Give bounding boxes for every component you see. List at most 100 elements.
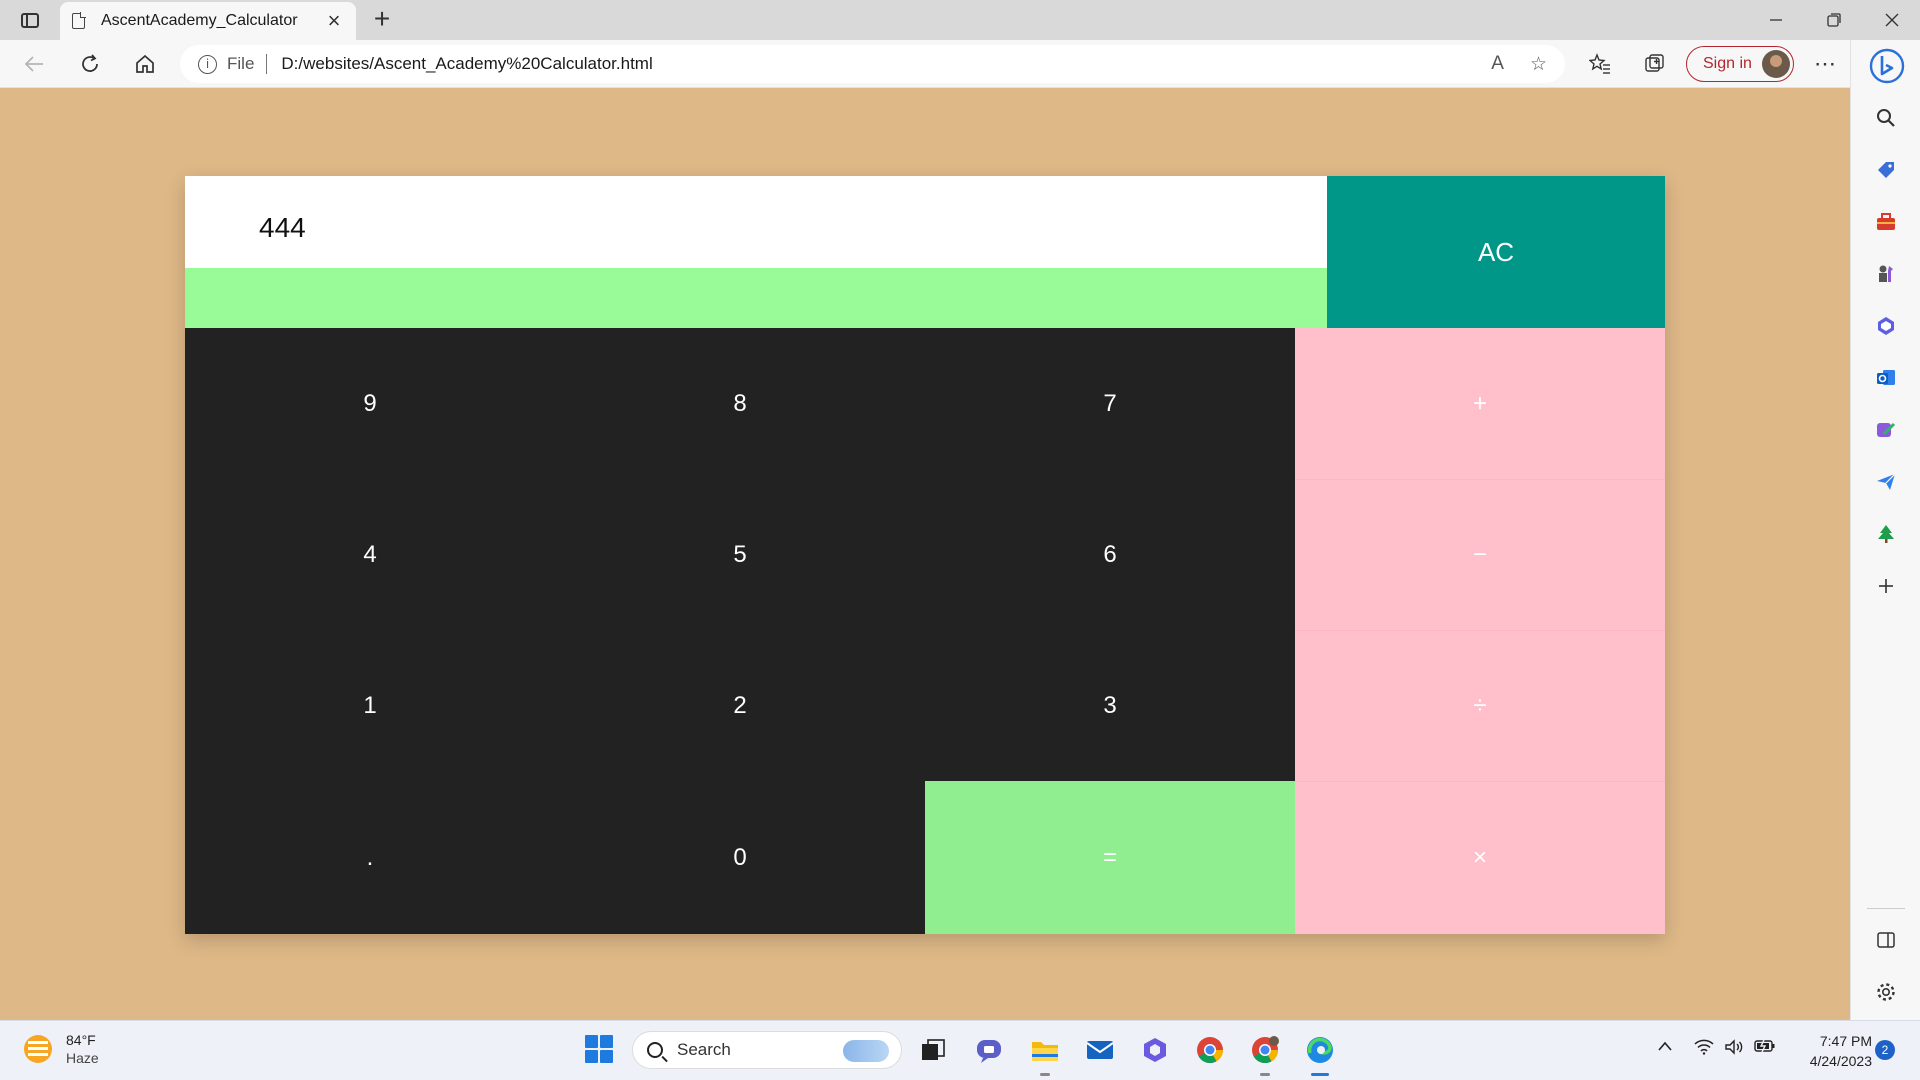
- tools-briefcase-icon[interactable]: [1874, 210, 1898, 234]
- calculator-display: 444: [185, 176, 1327, 268]
- volume-button[interactable]: [1724, 1039, 1744, 1060]
- digit-8-button[interactable]: 8: [555, 328, 925, 479]
- digit-4-button[interactable]: 4: [185, 479, 555, 630]
- digit-1-button[interactable]: 1: [185, 630, 555, 781]
- clear-button[interactable]: AC: [1327, 176, 1665, 328]
- browser-toolbar: i File D:/websites/Ascent_Academy%20Calc…: [0, 40, 1920, 88]
- browser-tab-strip: AscentAcademy_Calculator × +: [0, 0, 1920, 40]
- sign-in-label: Sign in: [1703, 55, 1752, 72]
- minimize-icon: [1770, 19, 1782, 21]
- taskbar-search-box[interactable]: Search: [632, 1031, 902, 1069]
- mail-button[interactable]: [1083, 1033, 1117, 1067]
- chrome-icon: [1197, 1037, 1224, 1064]
- address-separator: [266, 54, 268, 74]
- home-button[interactable]: [127, 46, 163, 82]
- edge-button[interactable]: [1303, 1033, 1337, 1076]
- weather-temperature: 84°F: [66, 1032, 96, 1048]
- add-sidebar-app-icon[interactable]: [1874, 574, 1898, 598]
- back-arrow-icon: [24, 56, 43, 72]
- collections-icon: [1645, 54, 1664, 72]
- home-icon: [136, 54, 154, 73]
- chevron-up-icon: [1658, 1041, 1672, 1051]
- digit-9-button[interactable]: 9: [185, 328, 555, 479]
- decimal-point-button[interactable]: .: [185, 781, 555, 934]
- edge-sidebar: [1850, 40, 1920, 1020]
- weather-widget[interactable]: 84°F Haze: [24, 1031, 99, 1067]
- designer-icon[interactable]: [1874, 418, 1898, 442]
- microsoft365-icon[interactable]: [1874, 314, 1898, 338]
- sidebar-divider: [1867, 908, 1905, 909]
- mail-icon: [1086, 1041, 1114, 1059]
- chrome-button[interactable]: [1193, 1033, 1227, 1067]
- system-clock[interactable]: 7:47 PM 4/24/2023: [1790, 1031, 1872, 1071]
- search-icon[interactable]: [1874, 106, 1898, 130]
- games-chess-icon[interactable]: [1874, 262, 1898, 286]
- refresh-button[interactable]: [72, 46, 108, 82]
- address-scheme: File: [227, 54, 255, 73]
- add-favorite-icon[interactable]: ☆: [1530, 53, 1547, 76]
- restore-icon: [1827, 13, 1841, 27]
- address-url[interactable]: D:/websites/Ascent_Academy%20Calculator.…: [281, 54, 1465, 74]
- tab-actions-button[interactable]: [14, 8, 46, 32]
- chrome-profile-button[interactable]: [1248, 1033, 1282, 1076]
- add-button[interactable]: +: [1295, 328, 1665, 479]
- multiply-button[interactable]: ×: [1295, 781, 1665, 934]
- close-icon: [1885, 13, 1899, 27]
- tab-title: AscentAcademy_Calculator: [101, 12, 298, 29]
- favorites-button[interactable]: [1585, 50, 1615, 78]
- calculator: 444 AC 9 8 7 + 4 5 6 − 1 2 3 ÷ . 0 = ×: [185, 176, 1665, 934]
- site-info-icon[interactable]: i: [198, 54, 217, 74]
- edge-icon: [1307, 1037, 1333, 1063]
- read-aloud-icon[interactable]: A: [1491, 53, 1504, 75]
- windows-taskbar: 84°F Haze Search 7:47 PM 4/24/2023 2: [0, 1020, 1920, 1080]
- collections-button[interactable]: [1640, 50, 1670, 78]
- hide-sidebar-icon[interactable]: [1874, 928, 1898, 952]
- teams-chat-button[interactable]: [972, 1033, 1006, 1067]
- settings-more-button[interactable]: ⋯: [1810, 50, 1840, 78]
- browser-tab[interactable]: AscentAcademy_Calculator ×: [60, 2, 356, 40]
- equals-button[interactable]: =: [925, 781, 1295, 934]
- clock-time: 7:47 PM: [1819, 1033, 1872, 1049]
- divide-button[interactable]: ÷: [1295, 630, 1665, 781]
- copilot-app-button[interactable]: [1138, 1033, 1172, 1067]
- send-icon[interactable]: [1874, 470, 1898, 494]
- speaker-icon: [1725, 1039, 1743, 1055]
- search-icon: [647, 1042, 663, 1058]
- restore-button[interactable]: [1806, 0, 1862, 40]
- back-button[interactable]: [16, 46, 52, 82]
- bing-chat-icon[interactable]: [1869, 46, 1905, 86]
- shopping-tag-icon[interactable]: [1874, 158, 1898, 182]
- refresh-icon: [82, 54, 98, 72]
- favorites-icon: [1589, 53, 1610, 74]
- digit-0-button[interactable]: 0: [555, 781, 925, 934]
- tab-close-button[interactable]: ×: [324, 10, 344, 32]
- address-bar[interactable]: i File D:/websites/Ascent_Academy%20Calc…: [180, 45, 1565, 83]
- display-accent-bar: [185, 268, 1327, 328]
- windows-logo-icon: [585, 1035, 598, 1048]
- wifi-button[interactable]: [1694, 1039, 1714, 1060]
- digit-5-button[interactable]: 5: [555, 479, 925, 630]
- weather-haze-icon: [24, 1035, 52, 1063]
- close-window-button[interactable]: [1864, 0, 1920, 40]
- task-view-icon: [922, 1039, 945, 1060]
- new-tab-button[interactable]: +: [366, 4, 398, 36]
- subtract-button[interactable]: −: [1295, 479, 1665, 630]
- digit-2-button[interactable]: 2: [555, 630, 925, 781]
- tab-actions-icon: [21, 12, 39, 28]
- task-view-button[interactable]: [916, 1033, 950, 1067]
- digit-3-button[interactable]: 3: [925, 630, 1295, 781]
- sidebar-settings-gear-icon[interactable]: [1874, 980, 1898, 1004]
- digit-7-button[interactable]: 7: [925, 328, 1295, 479]
- clock-date: 4/24/2023: [1809, 1053, 1872, 1069]
- sign-in-button[interactable]: Sign in: [1686, 46, 1794, 82]
- folder-icon: [1032, 1042, 1058, 1061]
- tree-icon[interactable]: [1874, 522, 1898, 546]
- minimize-button[interactable]: [1748, 0, 1804, 40]
- outlook-icon[interactable]: [1874, 366, 1898, 390]
- start-button[interactable]: [585, 1035, 613, 1063]
- show-hidden-icons-button[interactable]: [1657, 1039, 1673, 1057]
- digit-6-button[interactable]: 6: [925, 479, 1295, 630]
- battery-button[interactable]: [1754, 1039, 1776, 1058]
- notification-badge[interactable]: 2: [1875, 1040, 1895, 1060]
- file-explorer-button[interactable]: [1028, 1033, 1062, 1076]
